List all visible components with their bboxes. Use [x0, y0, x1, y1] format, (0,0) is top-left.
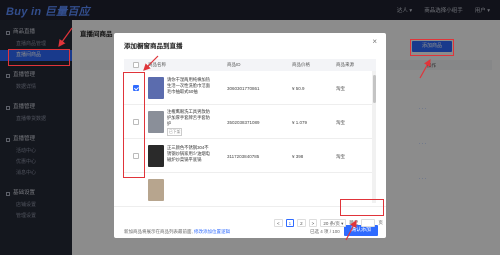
annotation-arrows [58, 27, 431, 241]
